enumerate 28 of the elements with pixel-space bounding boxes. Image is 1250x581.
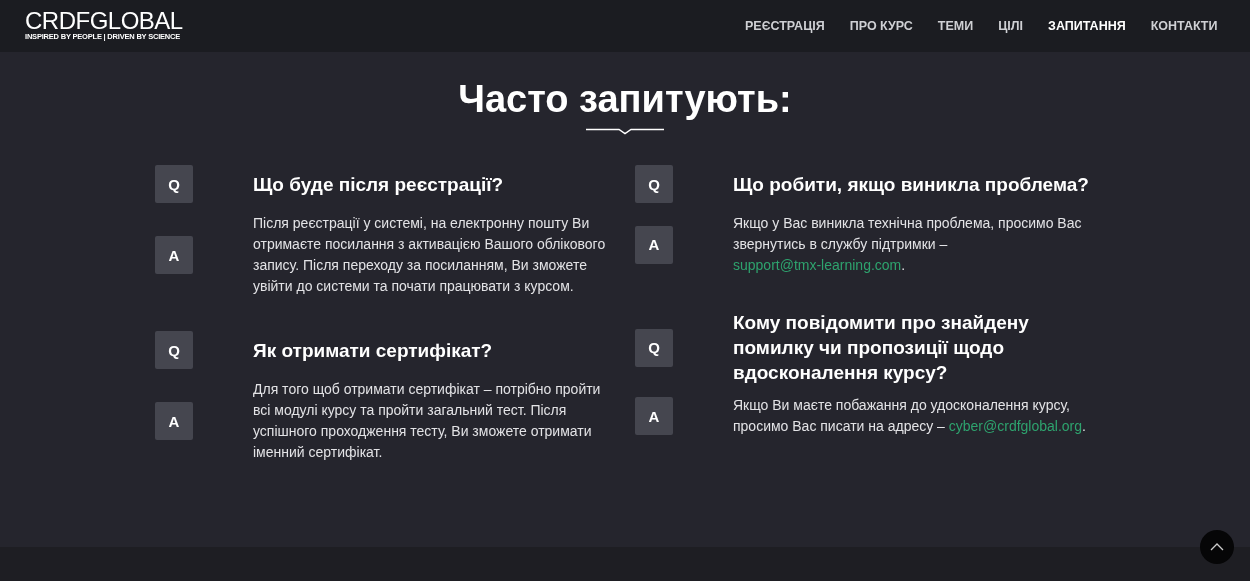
logo[interactable]: CRDFGLOBAL [25,10,183,32]
section-title: Часто запитують: [458,77,792,122]
question-badge: Q [155,331,193,369]
question-badge: Q [635,165,673,203]
divider-icon [586,128,664,135]
nav-link[interactable]: КОНТАКТИ [1138,19,1230,33]
nav-link[interactable]: ЦІЛІ [985,19,1036,33]
question-badge: Q [635,328,673,367]
nav-link[interactable]: ЗАПИТАННЯ [1035,19,1139,33]
email-link[interactable]: cyber@crdfglobal.org [948,418,1083,434]
answer-badge: A [635,225,673,264]
answer: Якщо у Вас виникла технічна проблема, просимо Вас звернутись в службу підтримки – support@tmx-learning.com. [733,214,1083,275]
question-badge: Q [155,165,193,203]
answer: Якщо Ви маєте побажання до удосконалення курсу, просимо Вас писати на адресу – cyber@crdfglobal.org. [733,396,1087,436]
answer: Після реєстрації у системі, на електронну пошту Ви отримаєте посилання з активацією Вашого облікового запису. Після переходу за посиланням, Ви зможете увійти до системи та почати працювати з курсом. [253,214,607,296]
nav-link[interactable]: ТЕМИ [925,19,986,33]
back-to-top-button[interactable] [1200,530,1234,564]
answer: Для того щоб отримати сертифікат – потрібно пройти всі модулі курсу та пройти загальний тест. Після успішного проходження тесту, Ви зможете отримати іменний сертифікат. [253,380,602,462]
question: Як отримати сертифікат? [253,338,494,363]
nav-link[interactable]: РЕЄСТРАЦІЯ [732,19,838,33]
answer-badge: A [155,236,193,274]
nav-link[interactable]: ПРО КУРС [837,19,926,33]
answer-badge: A [635,397,673,435]
question: Кому повідомити про знайдену помилку чи пропозиції щодо вдосконалення курсу? [733,311,1030,385]
chevron-up-icon [1210,543,1224,551]
question: Що робити, якщо виникла проблема? [733,172,1090,197]
answer-badge: A [155,402,193,440]
question: Що буде після реєстрації? [253,172,505,197]
